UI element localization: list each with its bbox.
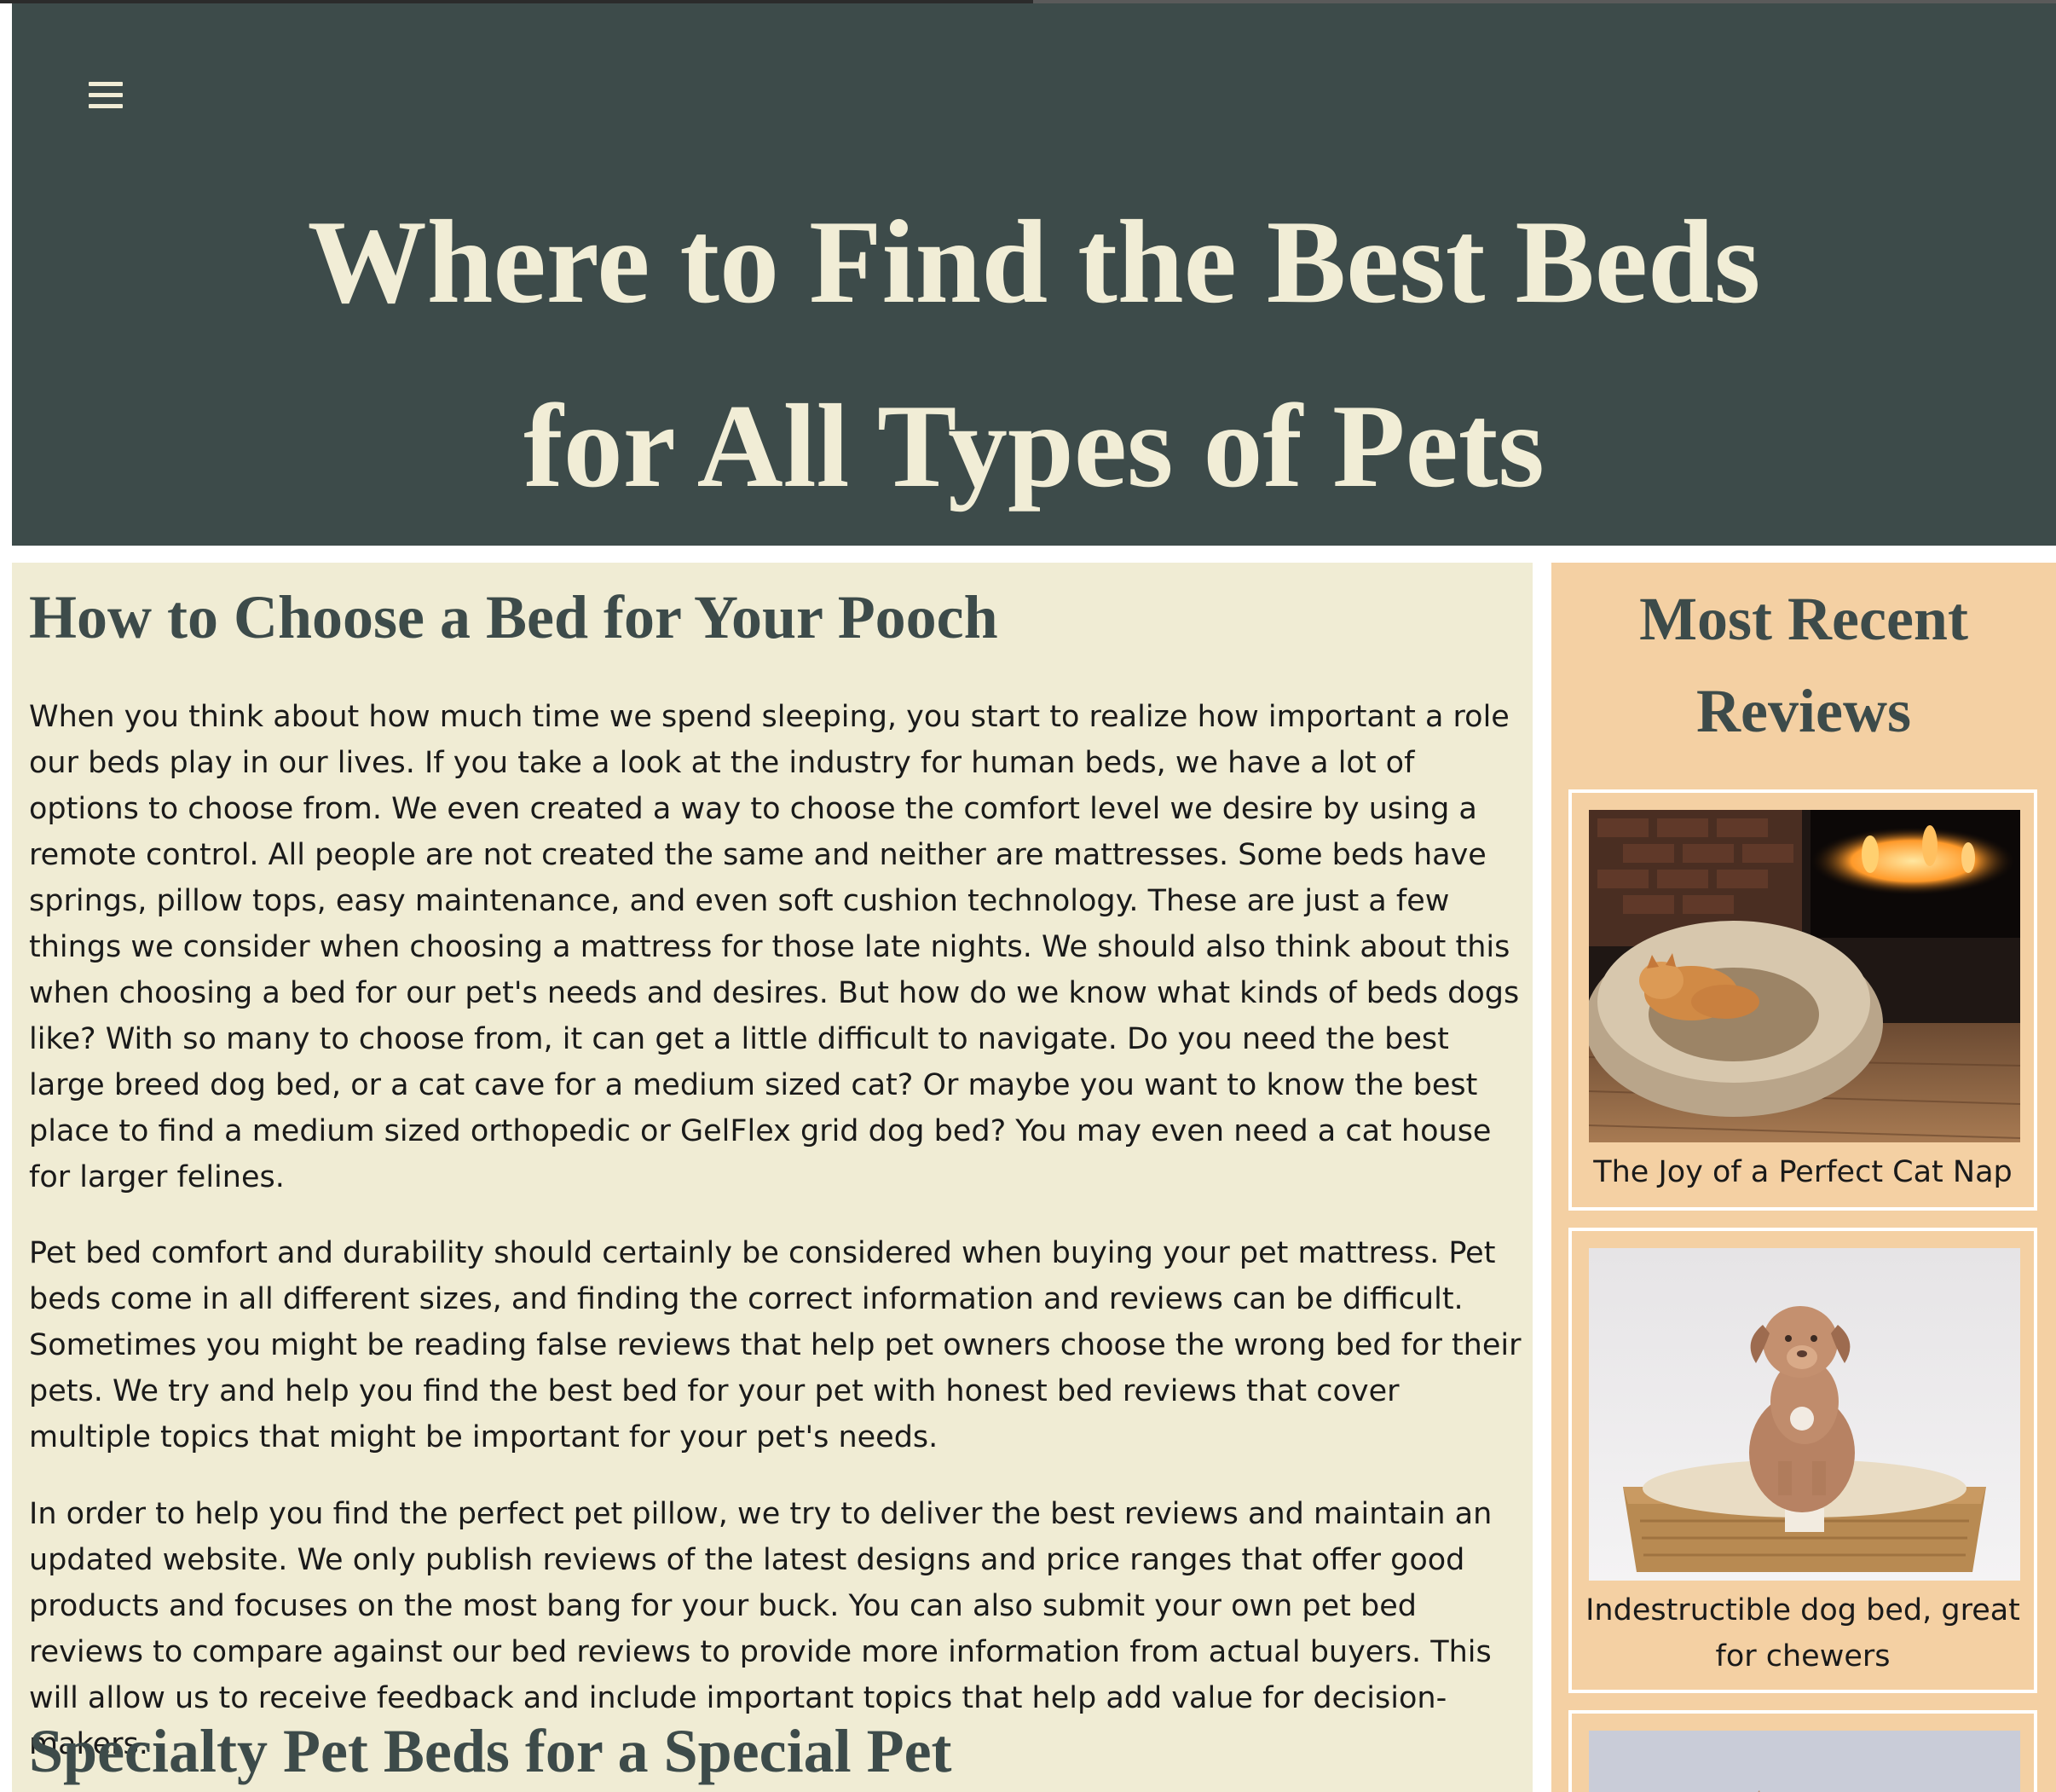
sidebar-title: Most Recent Reviews	[1639, 585, 1968, 745]
site-header: Where to Find the Best Beds for All Type…	[12, 3, 2056, 546]
cat-sleeping-in-fluffy-bed-photo[interactable]	[1589, 810, 2020, 1142]
intro-paragraph-2: Pet bed comfort and durability should ce…	[29, 1236, 1522, 1454]
review-card-cat-nap[interactable]: The Joy of a Perfect Cat Nap	[1568, 789, 2037, 1211]
page-title-line-2: for All Types of Pets	[523, 380, 1545, 512]
review-card-indestructible-dog-bed[interactable]: Indestructible dog bed, great for chewer…	[1568, 1228, 2037, 1693]
section-heading-specialty-beds: Specialty Pet Beds for a Special Pet	[29, 1717, 952, 1785]
review-caption-cat-nap[interactable]: The Joy of a Perfect Cat Nap	[1579, 1149, 2027, 1195]
page-title: Where to Find the Best Beds for All Type…	[12, 171, 2056, 539]
main-content: How to Choose a Bed for Your Pooch When …	[12, 563, 1533, 1792]
partial-review-photo[interactable]	[1589, 1731, 2020, 1792]
recent-reviews-sidebar: Most Recent Reviews The Joy of a Perfect…	[1551, 563, 2056, 1792]
review-caption-indestructible-dog-bed[interactable]: Indestructible dog bed, great for chewer…	[1579, 1587, 2027, 1679]
review-card-partial[interactable]	[1568, 1710, 2037, 1792]
hamburger-menu-icon[interactable]	[84, 75, 128, 116]
section-heading-choose-bed: How to Choose a Bed for Your Pooch	[29, 583, 998, 651]
page-title-line-1: Where to Find the Best Beds	[307, 196, 1761, 328]
puppy-on-woven-basket-bed-photo[interactable]	[1589, 1248, 2020, 1581]
intro-paragraph-1: When you think about how much time we sp…	[29, 700, 1520, 1194]
